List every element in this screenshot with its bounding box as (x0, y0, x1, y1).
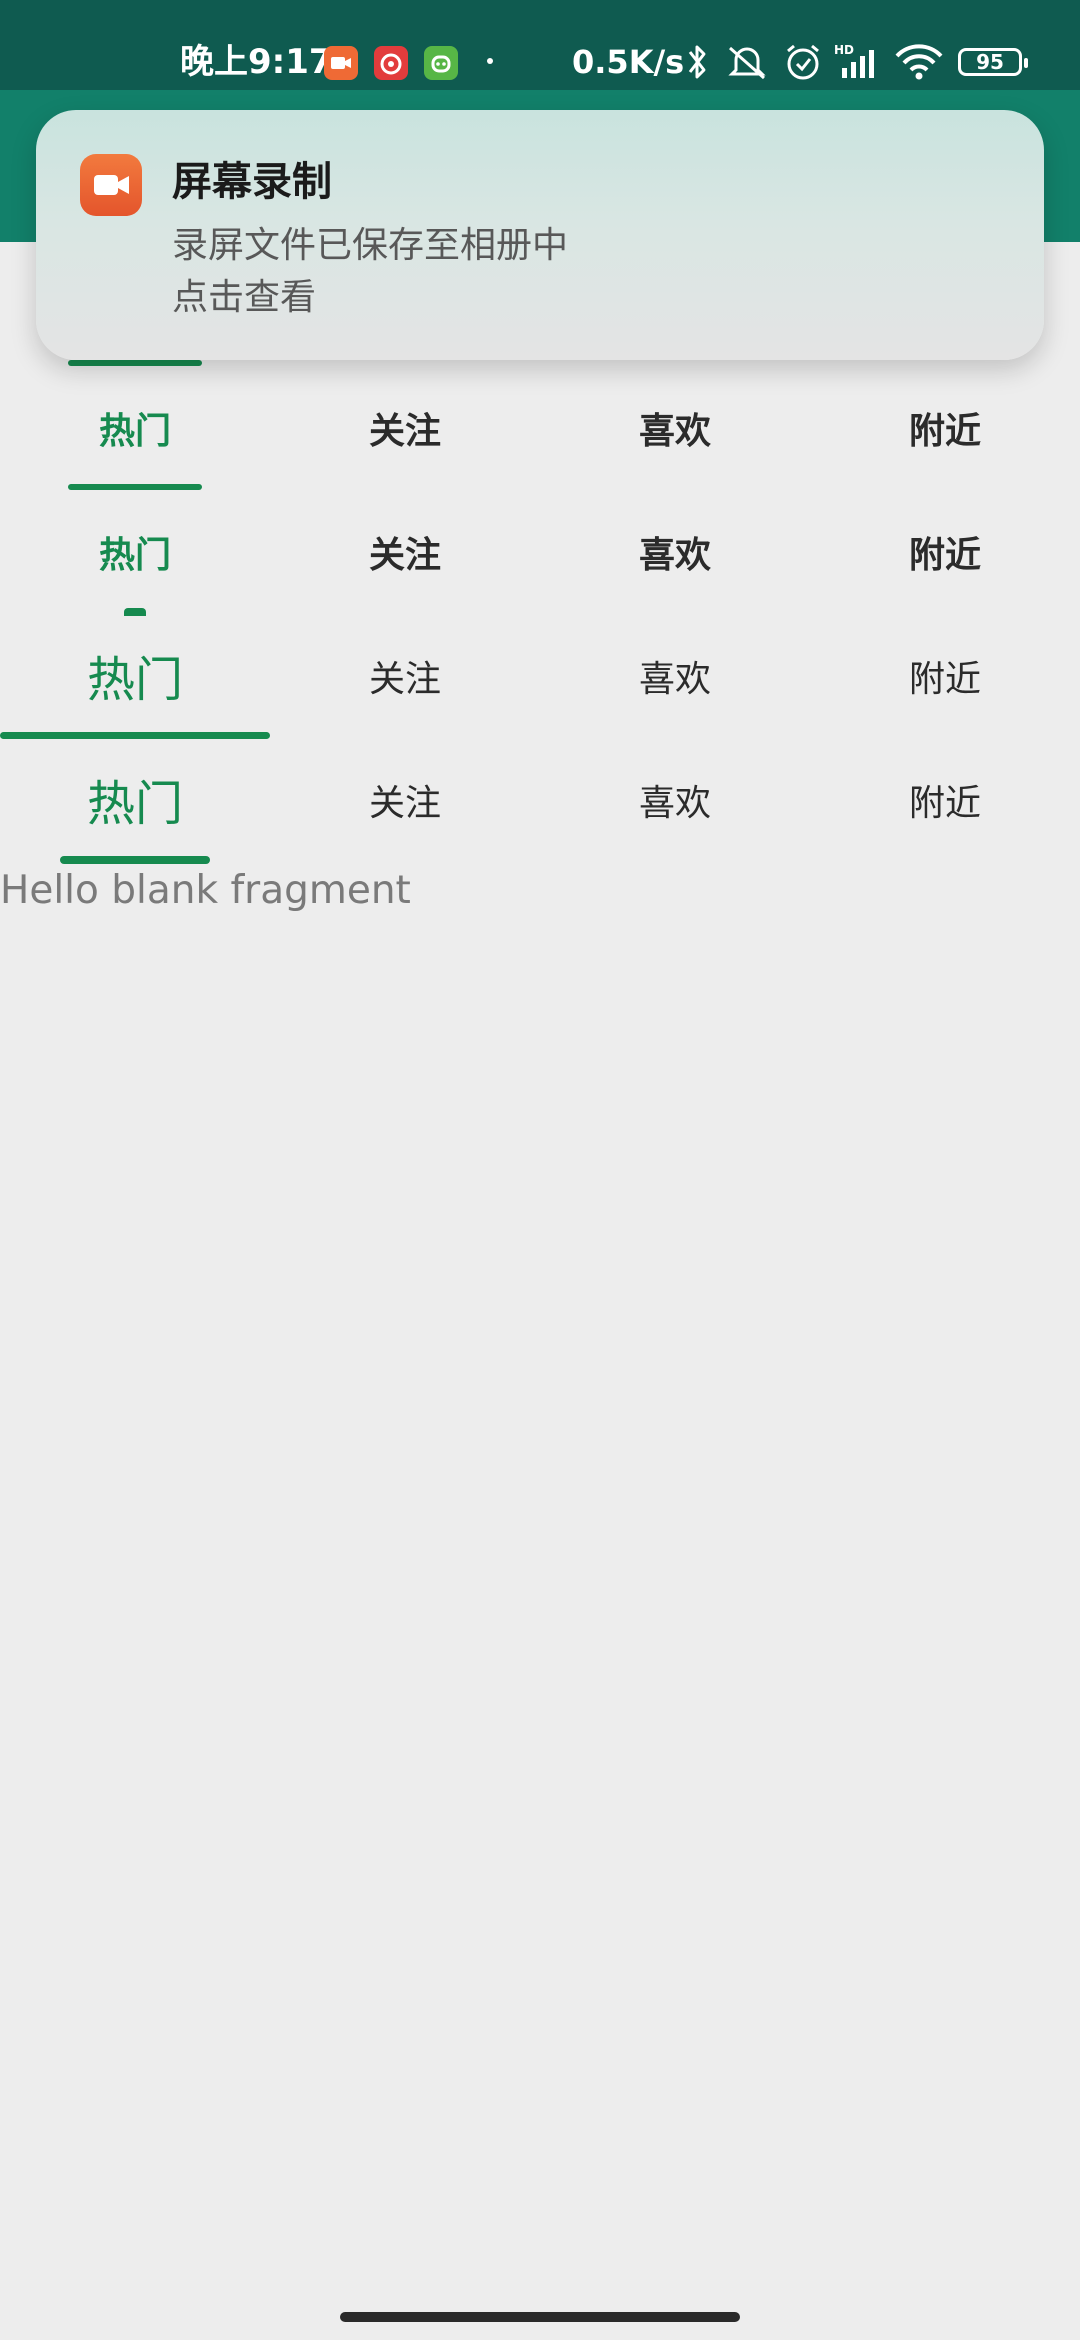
tab-nearby[interactable]: 附近 (810, 494, 1080, 618)
tab-follow[interactable]: 关注 (270, 618, 540, 742)
battery-level: 95 (976, 50, 1004, 74)
tab-nearby[interactable]: 附近 (810, 742, 1080, 866)
hidden-tab-indicator (68, 360, 202, 366)
screen-recording-notification[interactable]: 屏幕录制 录屏文件已保存至相册中 点击查看 (36, 110, 1044, 360)
screen-recorder-icon (324, 46, 358, 80)
game-app-icon (424, 46, 458, 80)
tab-indicator (68, 484, 202, 490)
tab-indicator (124, 608, 146, 616)
notification-action-text: 点击查看 (172, 277, 317, 318)
status-bar: 晚上9:17 0.5K/s HD 95 (0, 0, 1080, 90)
tab-follow[interactable]: 关注 (270, 370, 540, 494)
more-notifications-dot (487, 58, 493, 64)
video-camera-icon (80, 154, 142, 216)
tab-like[interactable]: 喜欢 (540, 742, 810, 866)
fragment-content-text: Hello blank fragment (0, 868, 411, 913)
tab-hot[interactable]: 热门 (0, 370, 270, 494)
music-app-icon (374, 46, 408, 80)
network-speed: 0.5K/s (572, 43, 685, 81)
bluetooth-icon (682, 42, 712, 86)
tab-indicator (0, 732, 270, 739)
status-time: 晚上9:17 (180, 42, 333, 82)
svg-text:HD: HD (834, 43, 854, 57)
tab-bar-2: 热门 关注 喜欢 附近 (0, 494, 1080, 618)
tab-hot[interactable]: 热门 (0, 618, 270, 742)
tab-follow[interactable]: 关注 (270, 494, 540, 618)
tab-indicator (60, 856, 210, 864)
tab-follow[interactable]: 关注 (270, 742, 540, 866)
tab-bar-4: 热门 关注 喜欢 附近 (0, 742, 1080, 866)
notification-message: 录屏文件已保存至相册中 (172, 225, 569, 266)
alarm-icon (782, 42, 824, 88)
mute-icon (724, 42, 770, 86)
home-indicator[interactable] (340, 2312, 740, 2322)
tab-bar-3: 热门 关注 喜欢 附近 (0, 618, 1080, 742)
tab-bar-1: 热门 关注 喜欢 附近 (0, 370, 1080, 494)
tab-hot[interactable]: 热门 (0, 494, 270, 618)
signal-icon: HD (832, 42, 888, 86)
notification-title: 屏幕录制 (172, 159, 332, 205)
tab-like[interactable]: 喜欢 (540, 370, 810, 494)
wifi-icon (894, 42, 944, 86)
battery-icon: 95 (958, 48, 1028, 76)
tab-like[interactable]: 喜欢 (540, 494, 810, 618)
tab-nearby[interactable]: 附近 (810, 618, 1080, 742)
tab-hot[interactable]: 热门 (0, 742, 270, 866)
tab-nearby[interactable]: 附近 (810, 370, 1080, 494)
tab-like[interactable]: 喜欢 (540, 618, 810, 742)
